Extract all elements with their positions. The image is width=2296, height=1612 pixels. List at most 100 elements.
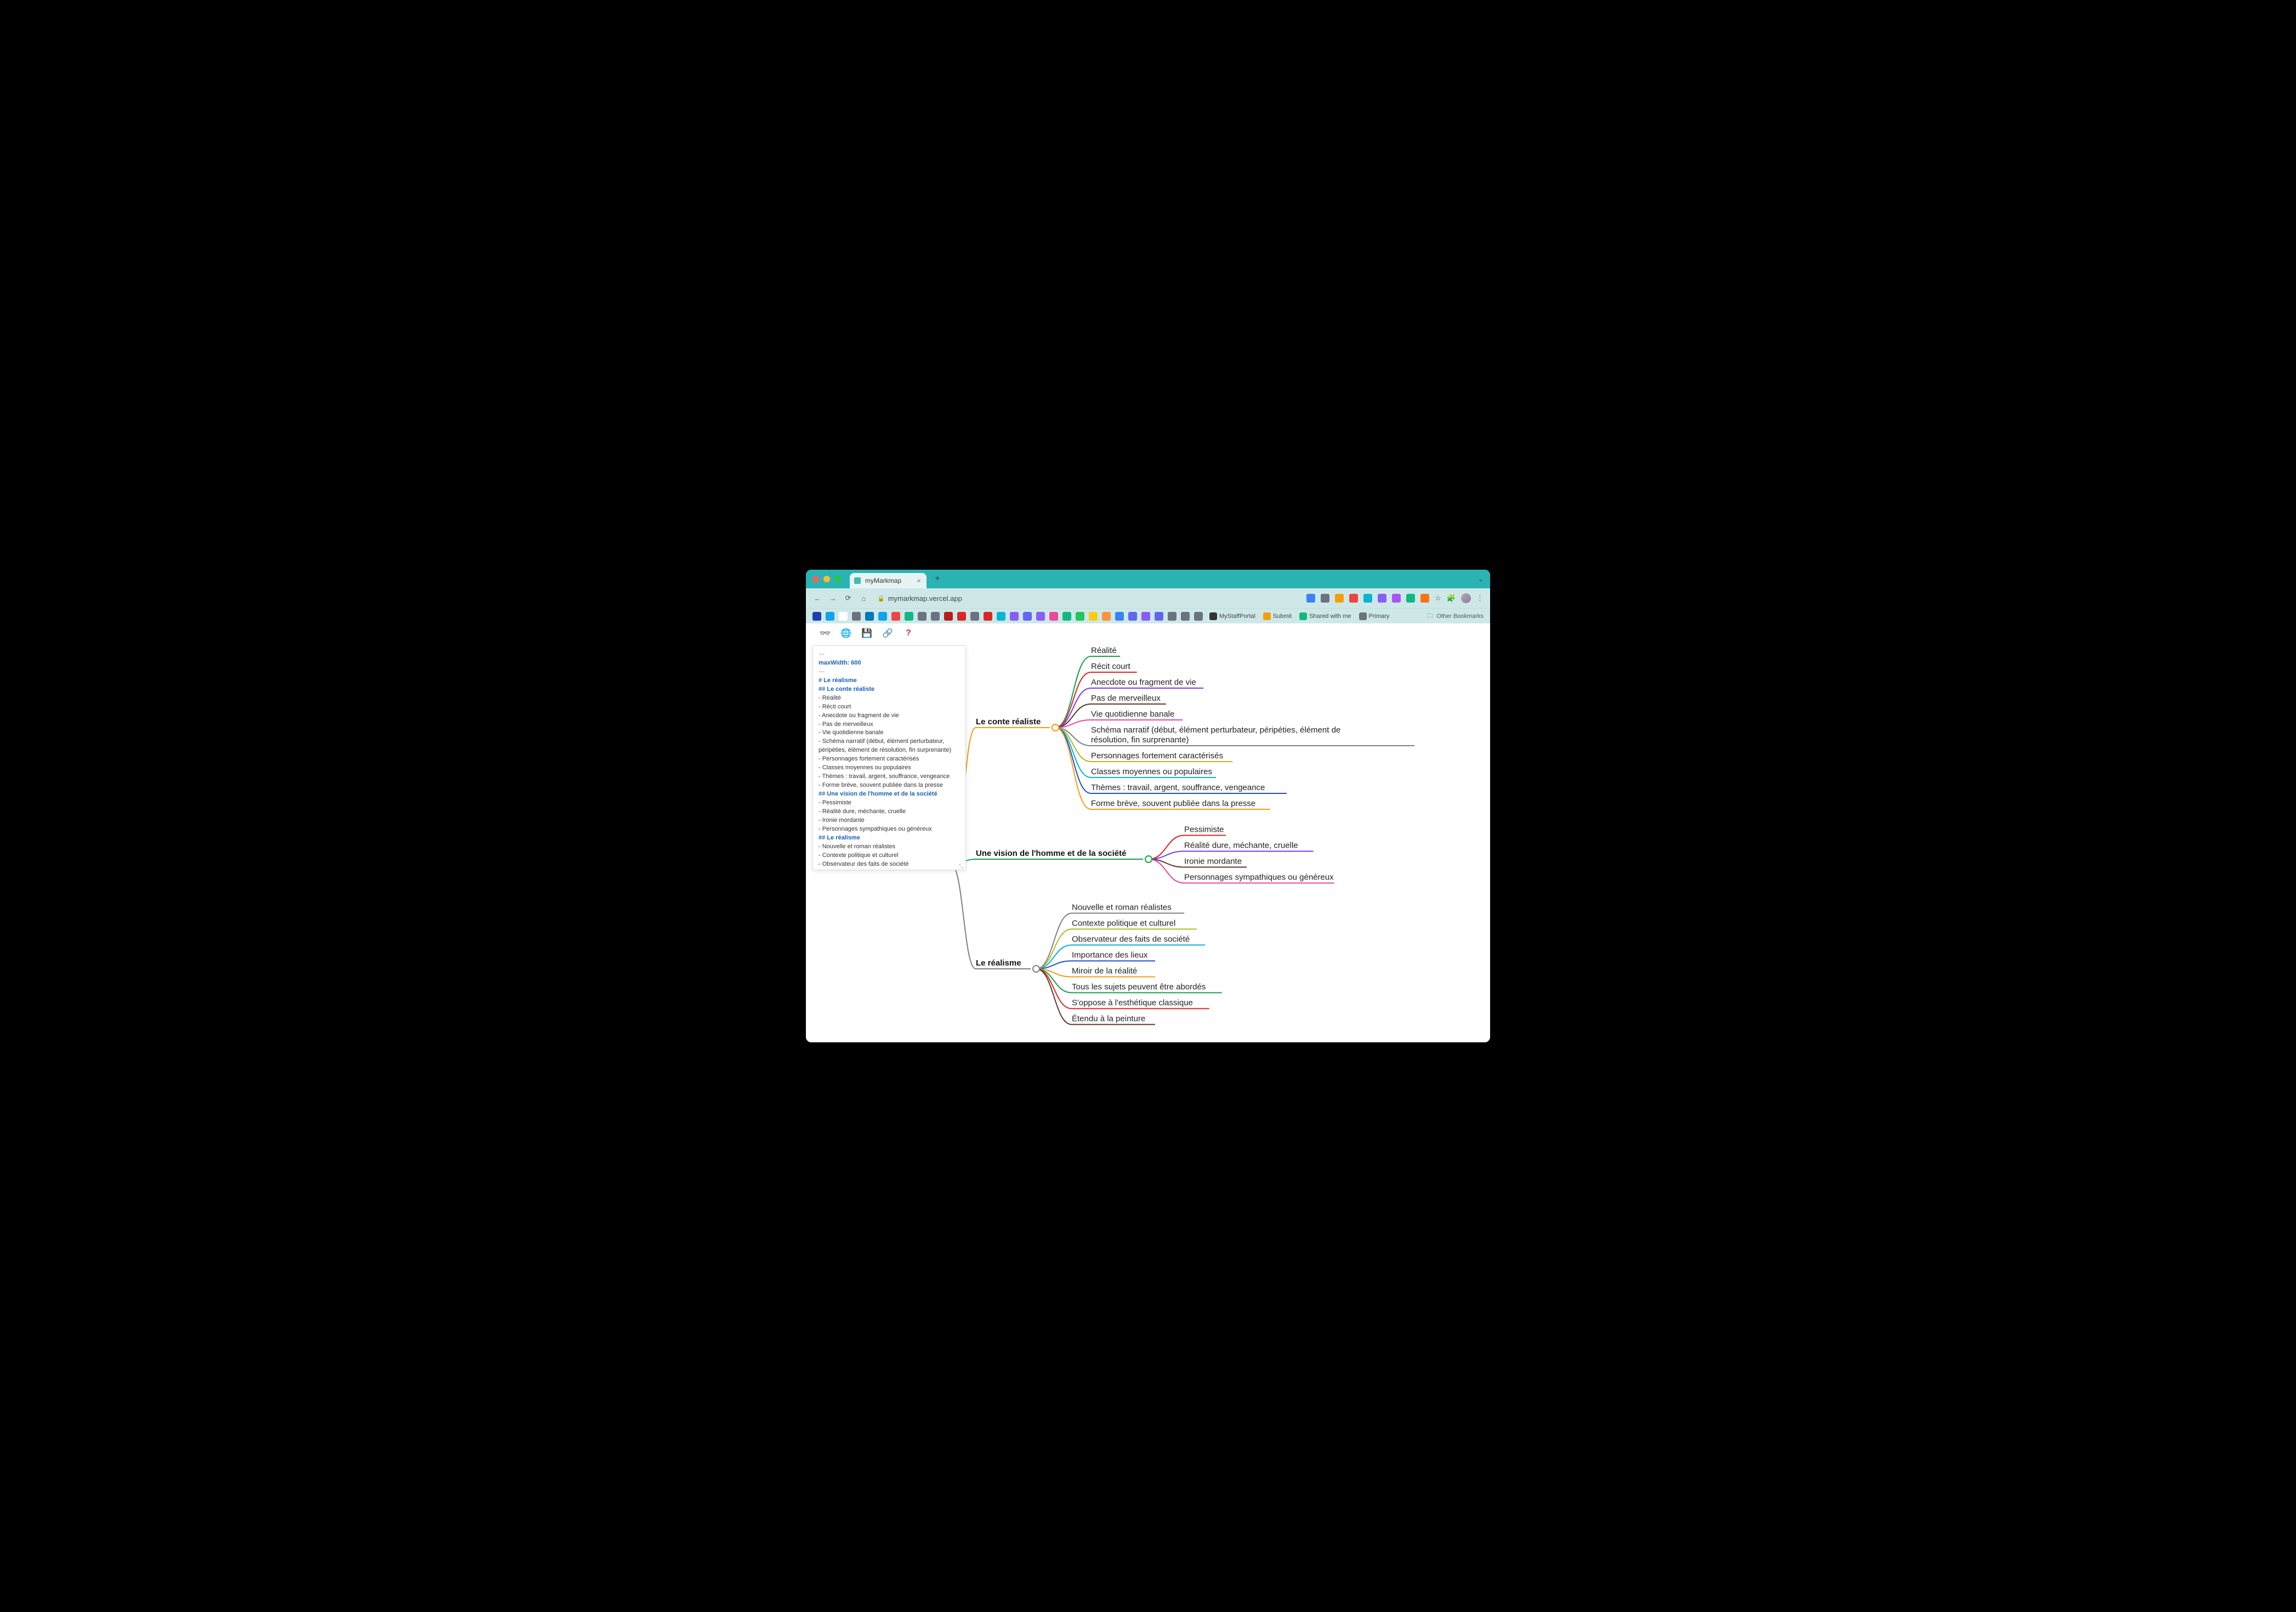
bookmark-icon[interactable] (970, 612, 979, 621)
mindmap-node-label: Ironie mordante (1184, 857, 1242, 866)
mindmap-edge (1036, 929, 1072, 969)
extension-icon[interactable] (1349, 594, 1358, 603)
minimize-window-button[interactable] (823, 576, 830, 582)
bookmark-icon[interactable] (1010, 612, 1019, 621)
bookmark-link[interactable]: Shared with me (1299, 612, 1351, 620)
mindmap-node-dot[interactable] (1033, 966, 1039, 972)
editor-line: - Classes moyennes ou populaires (819, 764, 960, 773)
globe-icon[interactable]: 🌐 (840, 628, 851, 639)
address-bar: ← → ⟳ ⌂ 🔒 mymarkmap.vercel.app ☆ 🧩 ⋮ (806, 588, 1490, 608)
bookmark-icon[interactable] (891, 612, 900, 621)
browser-tab[interactable]: myMarkmap × (850, 573, 927, 588)
editor-line: - Personnages sympathiques ou généreux (819, 825, 960, 834)
maximize-window-button[interactable] (834, 576, 841, 582)
extension-icon[interactable] (1406, 594, 1415, 603)
reload-button[interactable]: ⟳ (843, 593, 853, 603)
bookmark-icon[interactable] (1023, 612, 1032, 621)
extension-icon[interactable] (1306, 594, 1315, 603)
bookmark-link[interactable]: MyStaffPortal (1209, 612, 1255, 620)
browser-action-icon[interactable]: ☆ (1435, 594, 1441, 603)
extension-icon[interactable] (1363, 594, 1372, 603)
url-text: mymarkmap.vercel.app (888, 594, 962, 603)
bookmark-label: Primary (1369, 613, 1390, 620)
bookmark-icon[interactable] (1155, 612, 1163, 621)
mindmap-edge (1036, 969, 1072, 1025)
new-tab-button[interactable]: + (931, 572, 944, 586)
bookmark-icon[interactable] (997, 612, 1005, 621)
bookmark-icon[interactable] (1128, 612, 1137, 621)
editor-line: - Ironie mordante (819, 816, 960, 825)
close-window-button[interactable] (812, 576, 819, 582)
other-bookmarks[interactable]: 🗀 Other Bookmarks (1427, 611, 1484, 621)
markdown-editor[interactable]: ---maxWidth: 600--- # Le réalisme ## Le … (812, 645, 966, 870)
bookmark-icon[interactable] (1168, 612, 1177, 621)
browser-action-icon[interactable]: 🧩 (1447, 594, 1456, 603)
save-icon[interactable]: 💾 (861, 628, 872, 639)
browser-menu-icon[interactable]: ⋮ (1476, 594, 1484, 603)
mindmap-node-label: Étendu à la peinture (1072, 1014, 1145, 1024)
bookmark-icon[interactable] (1181, 612, 1190, 621)
bookmark-icon[interactable] (905, 612, 913, 621)
editor-line: - Observateur des faits de société (819, 860, 960, 869)
bookmark-icon[interactable] (826, 612, 834, 621)
mindmap-node-label: S'oppose à l'esthétique classique (1072, 998, 1193, 1008)
mindmap-node-label: Thèmes : travail, argent, souffrance, ve… (1091, 783, 1265, 792)
editor-line: --- (819, 668, 960, 677)
bookmark-icon[interactable] (1102, 612, 1111, 621)
bookmark-link[interactable]: Primary (1359, 612, 1390, 620)
browser-window: myMarkmap × + ⌄ ← → ⟳ ⌂ 🔒 mymarkmap.verc… (806, 570, 1490, 1042)
view-mode-icon[interactable]: 👓 (820, 628, 831, 639)
editor-line: - Forme brève, souvent publiée dans la p… (819, 781, 960, 790)
editor-line: - Personnages fortement caractérisés (819, 755, 960, 764)
extension-icon[interactable] (1335, 594, 1344, 603)
bookmark-icon[interactable] (1036, 612, 1045, 621)
bookmark-icon[interactable] (865, 612, 874, 621)
editor-line: - Contexte politique et culturel (819, 852, 960, 860)
editor-line: - Thèmes : travail, argent, souffrance, … (819, 773, 960, 781)
bookmark-icon[interactable] (1089, 612, 1098, 621)
bookmark-icon[interactable] (1141, 612, 1150, 621)
url-field[interactable]: 🔒 mymarkmap.vercel.app (874, 593, 965, 604)
bookmark-icon[interactable] (852, 612, 861, 621)
mindmap-node-dot[interactable] (1052, 724, 1059, 731)
extension-icon[interactable] (1392, 594, 1401, 603)
editor-line: - Pas de merveilleux (819, 720, 960, 729)
bookmark-icon[interactable] (1194, 612, 1203, 621)
bookmark-icon[interactable] (1076, 612, 1084, 621)
back-button[interactable]: ← (812, 593, 822, 603)
bookmark-link[interactable]: Submit (1263, 612, 1292, 620)
profile-avatar[interactable] (1461, 593, 1471, 603)
bookmark-icon[interactable] (839, 612, 848, 621)
bookmark-icon[interactable] (1115, 612, 1124, 621)
help-icon[interactable]: ? (903, 628, 914, 639)
bookmark-icon[interactable] (918, 612, 927, 621)
expand-tabs-button[interactable]: ⌄ (1478, 575, 1484, 583)
bookmark-label: Shared with me (1309, 613, 1351, 620)
folder-icon: 🗀 (1427, 611, 1433, 621)
forward-button[interactable]: → (828, 593, 838, 603)
tab-close-icon[interactable]: × (917, 576, 921, 585)
bookmark-icon[interactable] (812, 612, 821, 621)
tab-title: myMarkmap (865, 577, 901, 584)
bookmark-icon[interactable] (957, 612, 966, 621)
bookmark-icon[interactable] (931, 612, 940, 621)
editor-line: ## Une vision de l'homme et de la sociét… (819, 790, 960, 799)
editor-line: - Vie quotidienne banale (819, 729, 960, 737)
mindmap-node-label: Importance des lieux (1072, 951, 1148, 960)
bookmark-favicon (1209, 612, 1217, 620)
link-icon[interactable]: 🔗 (882, 628, 893, 639)
bookmark-icon[interactable] (878, 612, 887, 621)
extension-icon[interactable] (1321, 594, 1329, 603)
mindmap-node-label: Récit court (1091, 662, 1131, 671)
home-button[interactable]: ⌂ (859, 593, 868, 603)
extension-icon[interactable] (1378, 594, 1386, 603)
bookmark-icon[interactable] (1049, 612, 1058, 621)
extension-icon[interactable] (1420, 594, 1429, 603)
bookmark-icon[interactable] (984, 612, 992, 621)
bookmark-icon[interactable] (944, 612, 953, 621)
mindmap-node-dot[interactable] (1145, 856, 1152, 862)
mindmap-node-label: Classes moyennes ou populaires (1091, 767, 1212, 776)
mindmap-node-label: Une vision de l'homme et de la société (976, 849, 1126, 858)
editor-line: # Le réalisme (819, 677, 960, 685)
bookmark-icon[interactable] (1062, 612, 1071, 621)
